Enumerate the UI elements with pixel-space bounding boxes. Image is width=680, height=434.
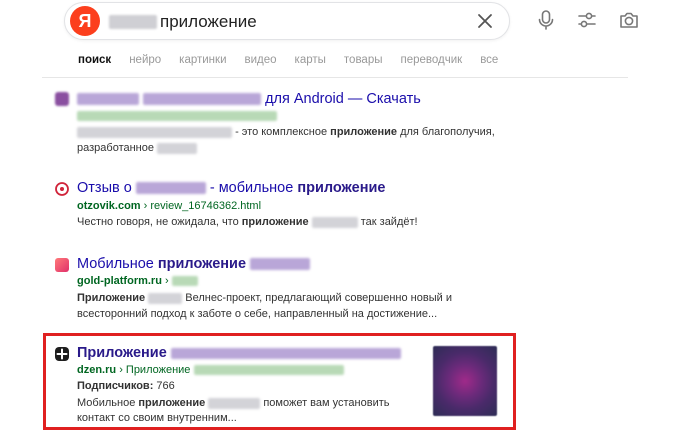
result-url[interactable]: otzovik.com › review_16746362.html	[77, 200, 261, 212]
search-input[interactable]: приложение	[160, 12, 257, 32]
tab-images[interactable]: картинки	[179, 54, 226, 66]
result-snippet: - это комплексное приложение для благопо…	[77, 124, 495, 140]
subscribers-label: Подписчиков:	[77, 380, 154, 392]
result-snippet-line2: контакт со своим внутренним...	[77, 410, 237, 426]
title-text: - мобильное	[209, 180, 294, 196]
snippet-text: Мобильное	[77, 397, 136, 409]
url-domain: gold-platform.ru	[77, 275, 162, 287]
title-text: Отзыв о	[77, 180, 132, 196]
search-result: Отзыв о - мобильное приложение otzovik.c…	[55, 180, 525, 240]
redacted-text	[77, 126, 232, 138]
dzen-icon	[55, 347, 69, 361]
snippet-text: разработанное	[77, 142, 154, 154]
redacted-text	[208, 397, 261, 409]
redacted-text	[148, 292, 183, 304]
snippet-bold: Приложение	[77, 292, 146, 304]
microphone-icon[interactable]	[534, 8, 558, 32]
tabs-divider	[42, 77, 628, 78]
result-title[interactable]: для Android — Скачать	[77, 91, 421, 107]
url-path: › review_16746362.html	[143, 200, 262, 212]
result-thumbnail[interactable]	[433, 346, 497, 416]
snippet-text: всесторонний подход к заботе о себе, нап…	[77, 308, 438, 320]
snippet-text: - это комплексное	[235, 126, 328, 138]
snippet-text: Честно говоря, не ожидала, что	[77, 216, 239, 228]
result-url[interactable]: dzen.ru › Приложение	[77, 364, 344, 376]
snippet-text: так зайдёт!	[360, 216, 418, 228]
snippet-text: контакт со своим внутренним...	[77, 412, 237, 424]
tab-neuro[interactable]: нейро	[129, 54, 161, 66]
tab-all[interactable]: все	[480, 54, 498, 66]
camera-icon[interactable]	[617, 8, 641, 32]
redacted-text	[311, 216, 358, 228]
redacted-url	[171, 276, 198, 287]
search-result: Мобильное приложение gold-platform.ru › …	[55, 256, 525, 326]
url-domain: otzovik.com	[77, 200, 141, 212]
url-path: › Приложение	[119, 364, 191, 376]
redacted-text	[135, 182, 206, 195]
filters-icon[interactable]	[575, 8, 599, 32]
snippet-text: Велнес-проект, предлагающий совершенно н…	[185, 292, 452, 304]
result-url[interactable]	[77, 110, 277, 122]
search-result: для Android — Скачать - это комплексное …	[55, 90, 525, 160]
url-domain: dzen.ru	[77, 364, 117, 376]
redacted-url	[77, 111, 277, 122]
snippet-text: поможет вам установить	[263, 397, 390, 409]
result-url[interactable]: gold-platform.ru ›	[77, 275, 198, 287]
subscribers-count: 766	[156, 380, 175, 392]
snippet-bold: приложение	[330, 126, 398, 138]
query-redacted	[109, 15, 157, 29]
redacted-url	[193, 365, 344, 376]
search-bar[interactable]: Я приложение	[64, 2, 510, 40]
title-bold: приложение	[297, 180, 386, 196]
title-bold: приложение	[157, 256, 247, 272]
result-snippet-line2: всесторонний подход к заботе о себе, нап…	[77, 306, 437, 322]
tab-translator[interactable]: переводчик	[400, 54, 462, 66]
title-text: Мобильное	[77, 256, 154, 272]
gold-platform-icon	[55, 258, 69, 272]
otzovik-icon	[55, 182, 69, 196]
tab-maps[interactable]: карты	[295, 54, 326, 66]
tab-search[interactable]: поиск	[78, 54, 111, 66]
title-bold: Приложение	[77, 345, 167, 361]
subscribers: Подписчиков: 766	[77, 378, 175, 394]
result-snippet: Приложение Велнес-проект, предлагающий с…	[77, 290, 452, 306]
title-text: для Android — Скачать	[265, 91, 421, 107]
redacted-text	[143, 93, 262, 106]
tab-video[interactable]: видео	[245, 54, 277, 66]
result-title[interactable]: Приложение	[77, 345, 401, 361]
snippet-text: для благополучия,	[400, 126, 495, 138]
snippet-bold: приложение	[138, 397, 206, 409]
result-snippet: Мобильное приложение поможет вам установ…	[77, 395, 390, 411]
result-title[interactable]: Отзыв о - мобильное приложение	[77, 180, 385, 196]
result-snippet: Честно говоря, не ожидала, что приложени…	[77, 214, 418, 230]
result-snippet-line2: разработанное	[77, 140, 198, 156]
redacted-text	[157, 142, 198, 154]
tab-goods[interactable]: товары	[344, 54, 383, 66]
url-path: ›	[165, 275, 169, 287]
redacted-text	[170, 347, 401, 359]
clear-icon[interactable]	[475, 11, 495, 31]
redacted-text	[77, 93, 139, 106]
search-tabs: поиск нейро картинки видео карты товары …	[78, 54, 498, 66]
result-title[interactable]: Мобильное приложение	[77, 256, 311, 272]
redacted-text	[250, 258, 311, 271]
snippet-bold: приложение	[241, 216, 309, 228]
favicon	[55, 92, 69, 106]
yandex-logo[interactable]: Я	[70, 6, 100, 36]
